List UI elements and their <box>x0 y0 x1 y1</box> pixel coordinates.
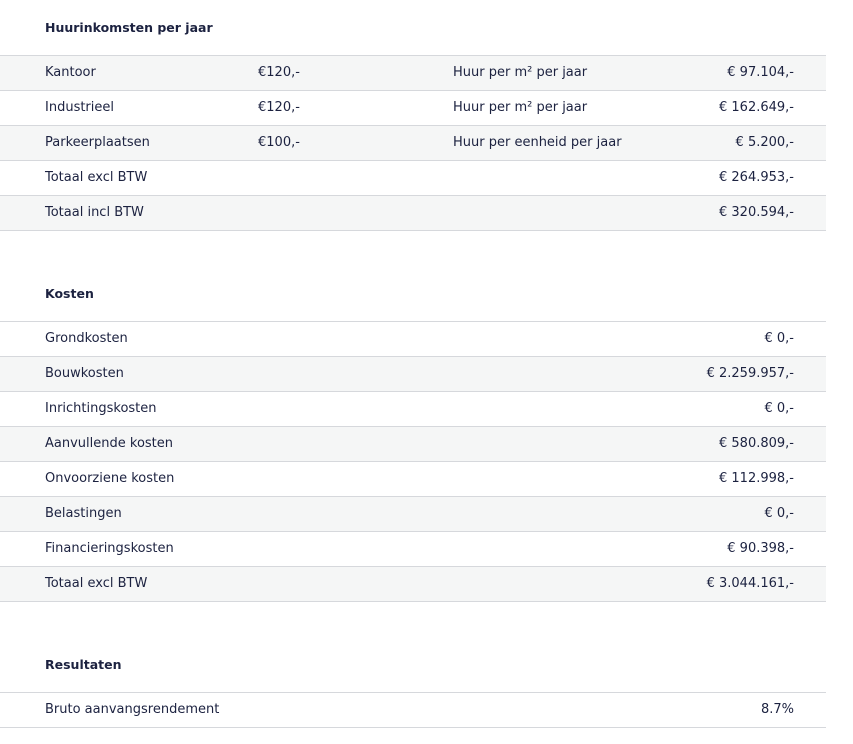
row-unit: Huur per m² per jaar <box>453 65 588 80</box>
row-amount: € 3.044.161,- <box>706 576 794 591</box>
table-row: Inrichtingskosten € 0,- <box>0 392 826 427</box>
results-section-title: Resultaten <box>45 657 122 672</box>
row-unit: Huur per m² per jaar <box>453 100 588 115</box>
row-label: Parkeerplaatsen <box>45 135 150 150</box>
table-row: Totaal excl BTW € 3.044.161,- <box>0 567 826 602</box>
table-row: Financieringskosten € 90.398,- <box>0 532 826 567</box>
table-row: Bouwkosten € 2.259.957,- <box>0 357 826 392</box>
row-amount: 8.7% <box>760 702 794 717</box>
table-row: Kantoor €120,- Huur per m² per jaar € 97… <box>0 56 826 91</box>
row-amount: € 320.594,- <box>719 205 794 220</box>
row-amount: € 2.259.957,- <box>706 366 794 381</box>
row-unit: Huur per eenheid per jaar <box>453 135 622 150</box>
row-label: Totaal excl BTW <box>45 576 148 591</box>
table-row: Industrieel €120,- Huur per m² per jaar … <box>0 91 826 126</box>
row-price: €120,- <box>258 65 300 80</box>
table-row: Onvoorziene kosten € 112.998,- <box>0 462 826 497</box>
table-row: Grondkosten € 0,- <box>0 322 826 357</box>
row-amount: € 264.953,- <box>719 170 794 185</box>
row-amount: € 90.398,- <box>727 541 794 556</box>
row-amount: € 5.200,- <box>735 135 794 150</box>
row-price: €120,- <box>258 100 300 115</box>
row-amount: € 0,- <box>764 506 795 521</box>
row-amount: € 580.809,- <box>719 436 794 451</box>
table-row: Belastingen € 0,- <box>0 497 826 532</box>
row-amount: € 162.649,- <box>719 100 794 115</box>
row-label: Bouwkosten <box>45 366 124 381</box>
results-table: Bruto aanvangsrendement 8.7% <box>0 692 826 728</box>
row-amount: € 97.104,- <box>727 65 794 80</box>
row-label: Belastingen <box>45 506 122 521</box>
table-row: Aanvullende kosten € 580.809,- <box>0 427 826 462</box>
row-label: Bruto aanvangsrendement <box>45 702 220 717</box>
income-section-title: Huurinkomsten per jaar <box>45 20 213 35</box>
row-price: €100,- <box>258 135 300 150</box>
row-label: Onvoorziene kosten <box>45 471 175 486</box>
row-label: Industrieel <box>45 100 114 115</box>
costs-section-title: Kosten <box>45 286 94 301</box>
row-label: Inrichtingskosten <box>45 401 157 416</box>
table-row: Totaal incl BTW € 320.594,- <box>0 196 826 231</box>
report: Huurinkomsten per jaar Kantoor €120,- Hu… <box>0 0 826 728</box>
row-label: Grondkosten <box>45 331 128 346</box>
row-amount: € 0,- <box>764 331 795 346</box>
row-label: Aanvullende kosten <box>45 436 174 451</box>
row-amount: € 0,- <box>764 401 795 416</box>
table-row: Bruto aanvangsrendement 8.7% <box>0 693 826 728</box>
table-row: Parkeerplaatsen €100,- Huur per eenheid … <box>0 126 826 161</box>
row-label: Totaal excl BTW <box>45 170 148 185</box>
table-row: Totaal excl BTW € 264.953,- <box>0 161 826 196</box>
row-label: Totaal incl BTW <box>45 205 144 220</box>
row-label: Kantoor <box>45 65 96 80</box>
row-label: Financieringskosten <box>45 541 174 556</box>
row-amount: € 112.998,- <box>719 471 794 486</box>
costs-table: Grondkosten € 0,- Bouwkosten € 2.259.957… <box>0 321 826 602</box>
income-table: Kantoor €120,- Huur per m² per jaar € 97… <box>0 55 826 231</box>
